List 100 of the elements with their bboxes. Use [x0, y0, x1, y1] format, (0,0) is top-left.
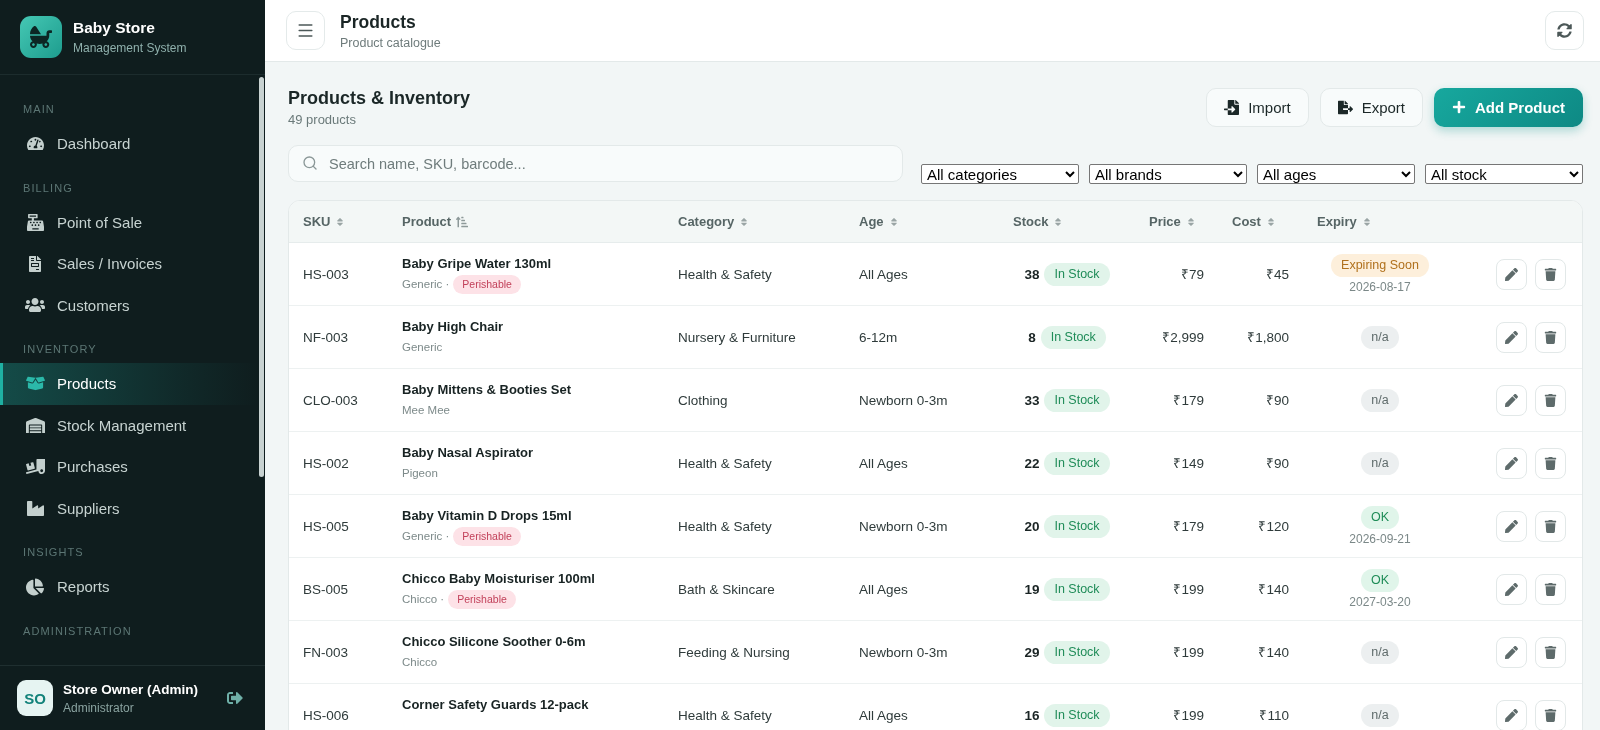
price-text: ₹179	[1173, 519, 1204, 534]
sku-text: HS-002	[303, 455, 349, 471]
sidebar-item[interactable]: Suppliers	[0, 487, 258, 529]
refresh-button[interactable]	[1545, 11, 1584, 50]
column-header[interactable]: Price	[1135, 214, 1218, 229]
expiry-badge: n/a	[1361, 325, 1399, 349]
scrollbar-thumb[interactable]	[259, 77, 264, 477]
brand-title: Baby Store	[73, 19, 156, 37]
product-count: 49 products	[288, 111, 356, 127]
toolbar-button[interactable]: Export	[1319, 87, 1423, 127]
delete-button[interactable]	[1535, 321, 1566, 353]
cost-text: ₹140	[1258, 582, 1289, 597]
brand-subtitle: Management System	[73, 41, 187, 55]
stock-status-badge: In Stock	[1044, 514, 1110, 538]
menu-button[interactable]	[286, 11, 325, 50]
sidebar-item[interactable]: Customers	[0, 284, 258, 326]
expiry-date: 2027-03-20	[1349, 595, 1411, 609]
logout-icon[interactable]	[227, 690, 243, 706]
sku-text: FN-003	[303, 644, 348, 660]
delete-button[interactable]	[1535, 384, 1566, 416]
delete-button[interactable]	[1535, 699, 1566, 730]
trash-icon	[1544, 330, 1557, 344]
price-text: ₹149	[1173, 456, 1204, 471]
stock-status-badge: In Stock	[1040, 325, 1106, 349]
pencil-icon	[1505, 582, 1518, 596]
edit-button[interactable]	[1496, 321, 1527, 353]
sidebar-item[interactable]: Point of Sale	[0, 201, 258, 243]
sku-text: HS-005	[303, 518, 349, 534]
search-field[interactable]: Search name, SKU, barcode...	[288, 145, 903, 182]
column-header[interactable]: Product	[388, 214, 664, 229]
sidebar-item[interactable]: Reports	[0, 566, 258, 608]
price-text: ₹199	[1173, 582, 1204, 597]
file-arrow-icon	[1224, 99, 1240, 115]
factory-icon	[26, 499, 44, 517]
page-subtitle: Product catalogue	[340, 35, 441, 50]
edit-button[interactable]	[1496, 699, 1527, 730]
edit-button[interactable]	[1496, 573, 1527, 605]
sidebar-item[interactable]: Dashboard	[0, 123, 258, 165]
product-name: Baby Gripe Water 130ml	[402, 255, 552, 273]
delete-button[interactable]	[1535, 447, 1566, 479]
pencil-icon	[1505, 393, 1518, 407]
sidebar-item[interactable]: Sales / Invoices	[0, 243, 258, 285]
age-text: Newborn 0-3m	[859, 518, 948, 534]
page-title: Products	[340, 11, 416, 33]
product-name: Baby Mittens & Booties Set	[402, 381, 572, 399]
delete-button[interactable]	[1535, 510, 1566, 542]
stock-count: 33	[1024, 392, 1040, 408]
expiry-badge: OK	[1360, 506, 1400, 529]
stock-count: 19	[1024, 581, 1040, 597]
column-header[interactable]: Stock	[999, 214, 1135, 229]
price-text: ₹199	[1173, 708, 1204, 723]
edit-button[interactable]	[1496, 384, 1527, 416]
add-button[interactable]: Add Product	[1434, 87, 1583, 127]
category-text: Nursery & Furniture	[678, 329, 796, 345]
filter-dropdown[interactable]: All ages	[1257, 164, 1415, 184]
trash-icon	[1544, 582, 1557, 596]
age-text: 6-12m	[859, 329, 898, 345]
toolbar-button[interactable]: Import	[1206, 87, 1309, 127]
edit-button[interactable]	[1496, 258, 1527, 290]
category-text: Health & Safety	[678, 518, 772, 534]
filter-dropdown[interactable]: All brands	[1089, 164, 1247, 184]
product-name: Baby High Chair	[402, 318, 504, 336]
perishable-tag: Perishable	[453, 274, 521, 294]
cost-text: ₹90	[1265, 456, 1289, 471]
column-header[interactable]: Age	[845, 214, 999, 229]
sku-text: HS-003	[303, 266, 349, 282]
age-text: Newborn 0-3m	[859, 644, 948, 660]
delete-button[interactable]	[1535, 636, 1566, 668]
trash-icon	[1544, 456, 1557, 470]
brand-text: Chicco ·	[402, 593, 445, 605]
delete-button[interactable]	[1535, 258, 1566, 290]
trash-icon	[1544, 708, 1557, 722]
sidebar-item[interactable]: Purchases	[0, 446, 258, 488]
user-name: Store Owner (Admin)	[63, 681, 198, 697]
edit-button[interactable]	[1496, 636, 1527, 668]
delete-button[interactable]	[1535, 573, 1566, 605]
trash-icon	[1544, 645, 1557, 659]
section-label: MAIN	[22, 102, 55, 116]
column-header[interactable]: SKU	[289, 214, 388, 229]
section-label: INVENTORY	[22, 342, 97, 356]
edit-button[interactable]	[1496, 510, 1527, 542]
edit-button[interactable]	[1496, 447, 1527, 479]
category-text: Health & Safety	[678, 707, 772, 723]
document-icon	[27, 255, 43, 272]
warehouse-icon	[25, 415, 45, 435]
sidebar-item[interactable]: Stock Management	[0, 404, 258, 446]
stock-status-badge: In Stock	[1044, 388, 1110, 412]
trash-icon	[1544, 267, 1557, 281]
file-arrow-icon	[1337, 99, 1353, 115]
filter-dropdown[interactable]: All categories	[921, 164, 1079, 184]
category-text: Feeding & Nursing	[678, 644, 790, 660]
column-header[interactable]: Expiry	[1303, 214, 1457, 229]
category-text: Bath & Skincare	[678, 581, 775, 597]
filter-dropdown[interactable]: All stock	[1425, 164, 1583, 184]
column-header[interactable]: Category	[664, 214, 845, 229]
category-text: Health & Safety	[678, 266, 772, 282]
sku-text: NF-003	[303, 329, 348, 345]
search-icon	[302, 155, 318, 171]
column-header[interactable]: Cost	[1218, 214, 1303, 229]
cost-text: ₹110	[1259, 708, 1289, 723]
